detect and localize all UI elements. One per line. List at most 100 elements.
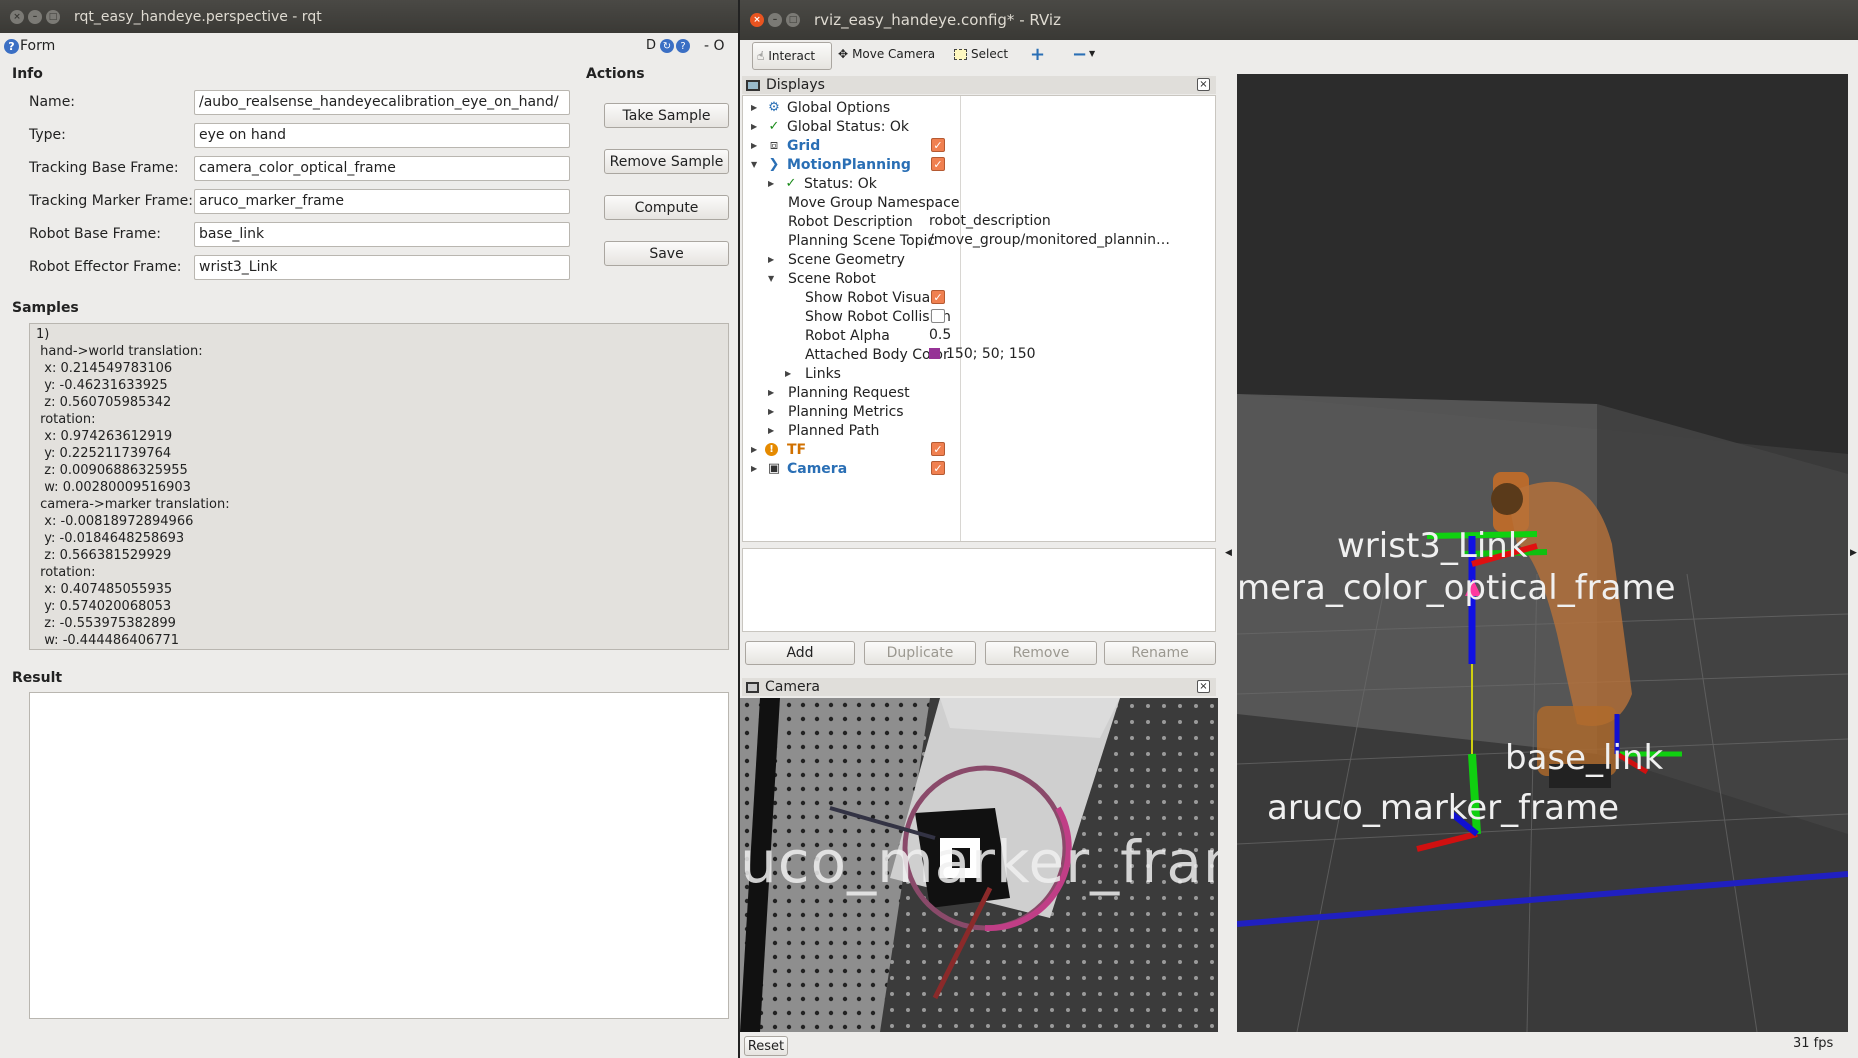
collapse-right-icon[interactable]: ▶ — [1850, 548, 1857, 558]
chevron-down-icon[interactable]: ▼ — [1089, 49, 1095, 58]
tree-row[interactable]: ▶ ✓ Status: Ok — [743, 174, 877, 193]
minimize-icon[interactable]: – — [28, 9, 42, 24]
samples-header: Samples — [12, 300, 79, 316]
collapse-left-icon[interactable]: ◀ — [1225, 548, 1232, 558]
duplicate-display-button[interactable]: Duplicate — [864, 641, 976, 665]
remove-sample-button[interactable]: Remove Sample — [604, 149, 729, 174]
tree-row[interactable]: Move Group Namespace — [743, 193, 959, 212]
tree-row[interactable]: Show Robot Collision — [743, 307, 951, 326]
maximize-icon[interactable]: □ — [786, 13, 800, 27]
expanded-arrow-icon[interactable]: ▼ — [751, 160, 761, 169]
close-icon[interactable]: × — [1197, 680, 1210, 693]
close-icon[interactable]: × — [1197, 78, 1210, 91]
base-link-label: base_link — [1505, 738, 1664, 778]
info-header: Info — [12, 66, 43, 82]
tree-row[interactable]: ▶ ⧈ Grid — [743, 136, 820, 155]
collapsed-arrow-icon[interactable]: ▶ — [751, 445, 761, 454]
collapsed-arrow-icon[interactable]: ▶ — [768, 179, 778, 188]
wrist-frame-label: wrist3_Link — [1337, 526, 1528, 566]
maximize-icon[interactable]: □ — [46, 9, 60, 24]
tree-row[interactable]: ▶ Links — [743, 364, 841, 383]
tree-row[interactable]: ▶ ✓ Global Status: Ok — [743, 117, 909, 136]
rename-display-button[interactable]: Rename — [1104, 641, 1216, 665]
type-field[interactable]: eye on hand — [194, 123, 570, 148]
collapsed-arrow-icon[interactable]: ▶ — [751, 464, 761, 473]
expanded-arrow-icon[interactable]: ▼ — [768, 274, 778, 283]
reload-icon[interactable]: ↻ — [660, 39, 674, 53]
take-sample-button[interactable]: Take Sample — [604, 103, 729, 128]
viewport-3d[interactable]: wrist3_Link mera_color_optical_frame bas… — [1237, 74, 1848, 1032]
tree-row[interactable]: ▶ Planning Metrics — [743, 402, 904, 421]
rqt-window: × – □ rqt_easy_handeye.perspective - rqt… — [0, 0, 740, 1058]
samples-textbox[interactable]: 1) hand->world translation: x: 0.2145497… — [29, 323, 729, 650]
tracking-base-frame-field[interactable]: camera_color_optical_frame — [194, 156, 570, 181]
tree-row[interactable]: ▶ ▣ Camera — [743, 459, 847, 478]
tree-row[interactable]: Robot Alpha — [743, 326, 890, 345]
save-button[interactable]: Save — [604, 241, 729, 266]
close-icon[interactable]: × — [750, 13, 764, 27]
property-value[interactable]: robot_description — [929, 213, 1051, 229]
tree-row[interactable]: Show Robot Visual — [743, 288, 934, 307]
select-tool[interactable]: Select — [954, 47, 1008, 61]
camera-view[interactable]: uco_marker_fran — [740, 698, 1218, 1032]
camera-frame-label: mera_color_optical_frame — [1237, 568, 1676, 608]
robot-effector-frame-field[interactable]: wrist3_Link — [194, 255, 570, 280]
robot-base-frame-field[interactable]: base_link — [194, 222, 570, 247]
collapsed-arrow-icon[interactable]: ▶ — [768, 426, 778, 435]
remove-tool-icon[interactable]: − — [1072, 44, 1087, 65]
minimize-close-plugin[interactable]: - O — [704, 38, 725, 54]
tree-row[interactable]: Planning Scene Topic — [743, 231, 935, 250]
tree-row[interactable]: ▼ Scene Robot — [743, 269, 876, 288]
tree-row[interactable]: ▶ Planning Request — [743, 383, 910, 402]
collapsed-arrow-icon[interactable]: ▶ — [751, 141, 761, 150]
compute-button[interactable]: Compute — [604, 195, 729, 220]
camera-panel-title: Camera — [765, 679, 820, 695]
monitor-icon — [746, 79, 760, 91]
enable-checkbox[interactable]: ✓ — [931, 442, 945, 456]
displays-tree: ▶ ⚙ Global Options ▶ ✓ Global Status: Ok ▶ ⧈ Gri… — [742, 95, 1216, 542]
enable-checkbox[interactable]: ✓ — [931, 157, 945, 171]
tree-row[interactable]: ▶! TF — [743, 440, 806, 459]
collapsed-arrow-icon[interactable]: ▶ — [768, 407, 778, 416]
tree-row[interactable]: Attached Body Color — [743, 345, 949, 364]
form-bar: ? Form D ↻ ? - O — [0, 37, 740, 59]
reset-button[interactable]: Reset — [744, 1036, 788, 1056]
enable-checkbox[interactable] — [931, 309, 945, 323]
add-display-button[interactable]: Add — [745, 641, 855, 665]
property-value[interactable]: 150; 50; 150 — [929, 346, 1036, 362]
collapsed-arrow-icon[interactable]: ▶ — [751, 122, 761, 131]
help-icon[interactable]: ? — [4, 39, 19, 54]
remove-display-button[interactable]: Remove — [985, 641, 1097, 665]
result-textbox[interactable] — [29, 692, 729, 1019]
camera-icon — [746, 681, 759, 693]
collapsed-arrow-icon[interactable]: ▶ — [768, 388, 778, 397]
tracking-marker-frame-field[interactable]: aruco_marker_frame — [194, 189, 570, 214]
tree-row[interactable]: ▼ ❯ MotionPlanning — [743, 155, 911, 174]
tree-row[interactable]: Robot Description — [743, 212, 913, 231]
enable-checkbox[interactable]: ✓ — [931, 461, 945, 475]
collapsed-arrow-icon[interactable]: ▶ — [768, 255, 778, 264]
property-value[interactable]: 0.5 — [929, 327, 951, 343]
name-field[interactable]: /aubo_realsense_handeyecalibration_eye_o… — [194, 90, 570, 115]
form-label: Form — [20, 38, 56, 54]
collapsed-arrow-icon[interactable]: ▶ — [785, 369, 795, 378]
enable-checkbox[interactable]: ✓ — [931, 138, 945, 152]
tree-row[interactable]: ▶ Scene Geometry — [743, 250, 905, 269]
tree-row[interactable]: ▶ Planned Path — [743, 421, 879, 440]
move-camera-tool[interactable]: ✥ Move Camera — [838, 47, 935, 61]
tree-row-label: Global Status: Ok — [787, 118, 910, 135]
add-tool-icon[interactable]: + — [1030, 44, 1045, 65]
dock-d-icon[interactable]: D — [646, 38, 656, 53]
enable-checkbox[interactable]: ✓ — [931, 290, 945, 304]
minimize-icon[interactable]: – — [768, 13, 782, 27]
tree-row-label: Robot Alpha — [805, 327, 890, 344]
collapsed-arrow-icon[interactable]: ▶ — [751, 103, 761, 112]
help-plugin-icon[interactable]: ? — [676, 39, 690, 53]
close-icon[interactable]: × — [10, 9, 24, 24]
tree-row-label: Global Options — [787, 99, 891, 116]
display-description — [742, 548, 1216, 632]
tree-row[interactable]: ▶ ⚙ Global Options — [743, 98, 890, 117]
property-value[interactable]: /move_group/monitored_plannin… — [929, 232, 1170, 248]
display-type-icon: ⧈ — [769, 138, 779, 153]
interact-tool[interactable]: ☝ Interact — [752, 42, 832, 70]
